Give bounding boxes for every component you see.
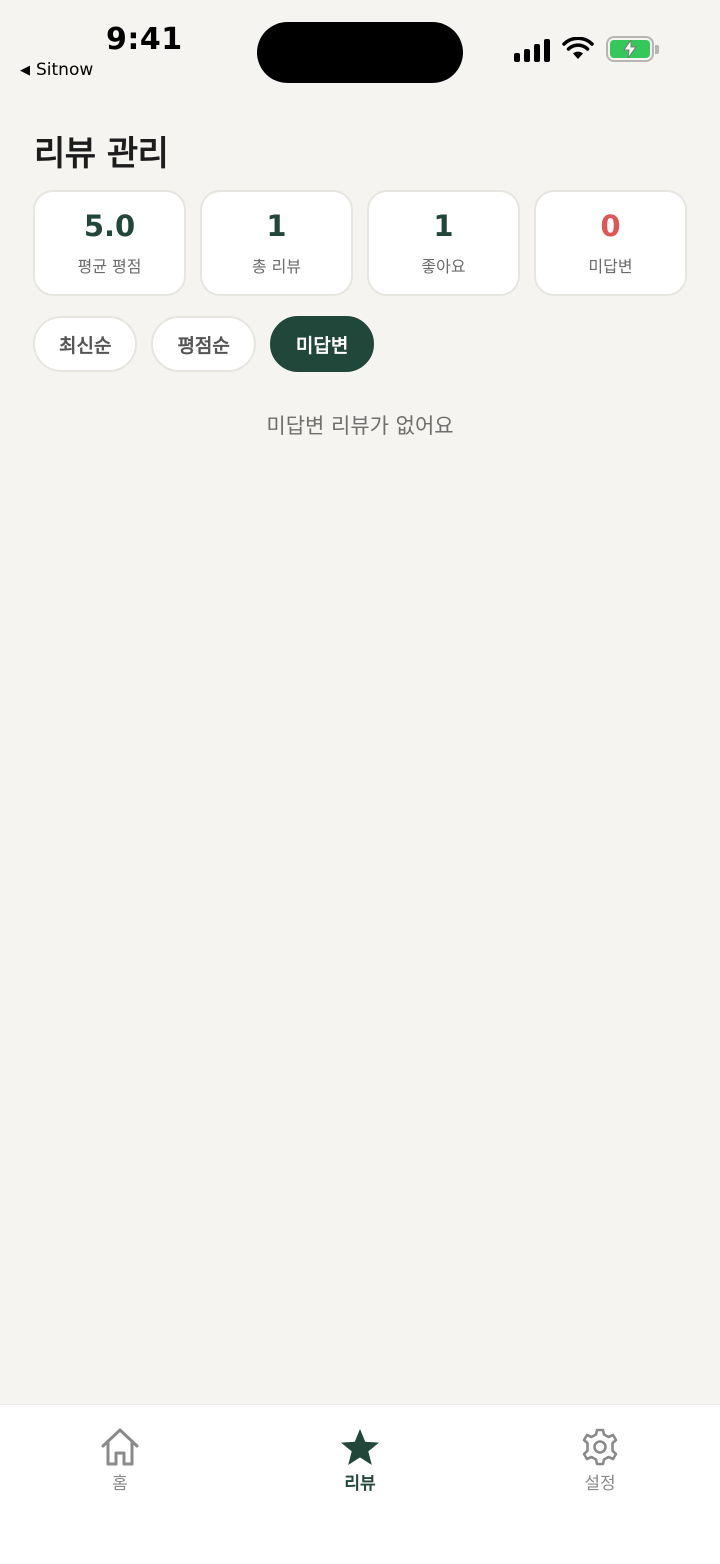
stat-value: 5.0: [83, 208, 136, 243]
stat-value: 0: [600, 208, 621, 243]
status-time: 9:41: [106, 22, 183, 57]
bottom-tab-bar: 홈 리뷰 설정: [0, 1404, 720, 1564]
tab-home[interactable]: 홈: [60, 1427, 180, 1494]
system-icons: [514, 36, 659, 62]
star-icon: [341, 1429, 379, 1465]
page-title: 리뷰 관리: [34, 134, 169, 174]
filter-latest-chip[interactable]: 최신순: [33, 316, 138, 372]
charging-bolt-icon: [623, 40, 637, 58]
tab-home-label: 홈: [112, 1474, 128, 1494]
stat-label: 좋아요: [421, 256, 466, 276]
cellular-signal-icon: [514, 36, 550, 62]
stat-label: 미답변: [588, 256, 633, 276]
tab-reviews-label: 리뷰: [344, 1474, 376, 1494]
stat-card-likes: 1 좋아요: [367, 190, 520, 296]
filter-rating-chip[interactable]: 평점순: [151, 316, 256, 372]
back-to-app-link[interactable]: ◀ Sitnow: [20, 60, 93, 80]
empty-state-message: 미답변 리뷰가 없어요: [266, 414, 454, 438]
dynamic-island: [257, 22, 463, 83]
gear-icon: [582, 1428, 618, 1466]
stat-card-average-rating: 5.0 평균 평점: [33, 190, 186, 296]
stat-card-total-reviews: 1 총 리뷰: [200, 190, 353, 296]
tab-settings[interactable]: 설정: [540, 1427, 660, 1494]
stat-label: 총 리뷰: [251, 256, 302, 276]
tab-settings-label: 설정: [584, 1474, 616, 1494]
filter-chips: 최신순 평점순 미답변: [33, 316, 375, 372]
tab-reviews[interactable]: 리뷰: [300, 1427, 420, 1494]
stat-value: 1: [433, 208, 454, 243]
stats-row: 5.0 평균 평점 1 총 리뷰 1 좋아요 0 미답변: [33, 190, 687, 296]
stat-value: 1: [266, 208, 287, 243]
home-icon: [101, 1428, 139, 1466]
stat-card-unanswered: 0 미답변: [534, 190, 687, 296]
status-bar: 9:41 ◀ Sitnow: [0, 0, 720, 100]
filter-unanswered-chip[interactable]: 미답변: [269, 316, 375, 372]
stat-label: 평균 평점: [77, 256, 142, 276]
back-triangle-icon: ◀: [20, 62, 30, 78]
back-app-label: Sitnow: [36, 60, 94, 80]
wifi-icon: [562, 37, 594, 59]
battery-icon: [606, 36, 659, 62]
